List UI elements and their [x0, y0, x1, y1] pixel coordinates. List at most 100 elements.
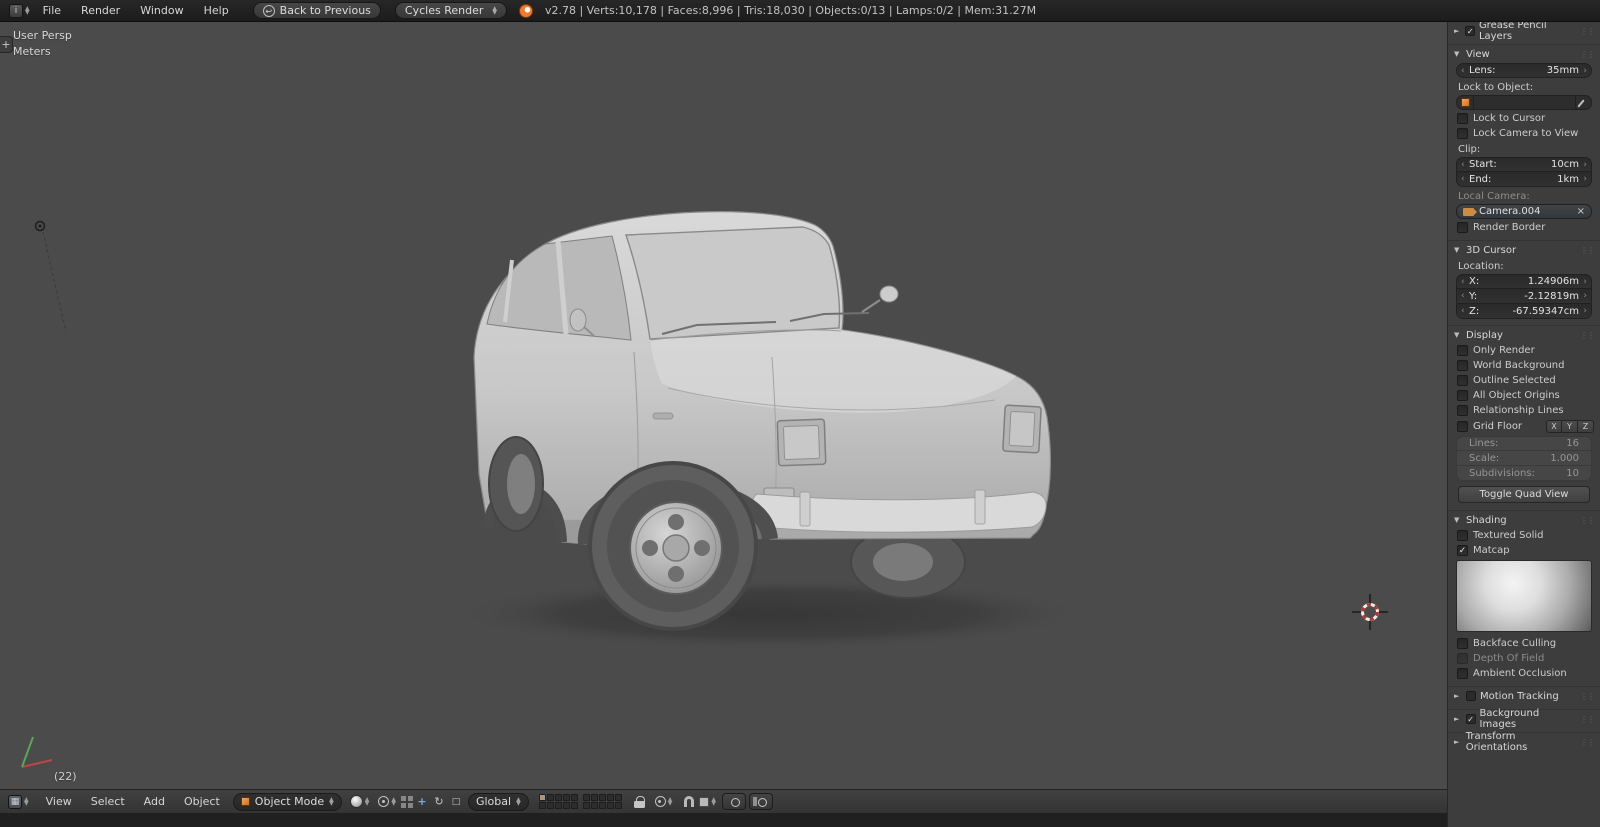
- outline-selected-row[interactable]: Outline Selected: [1448, 373, 1600, 388]
- lock-to-object-field[interactable]: [1456, 95, 1592, 110]
- panel-drag-dots-icon[interactable]: ⋮⋮: [1580, 516, 1595, 525]
- menu-window[interactable]: Window: [130, 0, 193, 22]
- toolshelf-expand-tab[interactable]: +: [0, 36, 13, 53]
- back-to-previous-button[interactable]: ↩ Back to Previous: [252, 2, 381, 19]
- pivot-point-dropdown[interactable]: ▲ ▼: [374, 796, 400, 807]
- lens-slider[interactable]: Lens: 35mm: [1456, 63, 1592, 78]
- menu-help[interactable]: Help: [194, 0, 239, 22]
- textured-solid-checkbox[interactable]: [1457, 530, 1468, 541]
- backface-culling-checkbox[interactable]: [1457, 638, 1468, 649]
- panel-title: Transform Orientations: [1465, 731, 1528, 753]
- menu-render[interactable]: Render: [71, 0, 130, 22]
- editor-spinner-icon: ▲ ▼: [25, 4, 30, 16]
- lock-scene-layers-icon[interactable]: [633, 795, 645, 808]
- car-ground-shadow: [450, 578, 1090, 650]
- dropdown-arrows-icon: ▲ ▼: [492, 4, 497, 16]
- background-images-checkbox[interactable]: ✓: [1465, 714, 1476, 724]
- panel-drag-dots-icon[interactable]: ⋮⋮: [1580, 738, 1595, 747]
- cursor-y-field[interactable]: Y: -2.12819m: [1456, 289, 1592, 304]
- toggle-quad-view-button[interactable]: Toggle Quad View: [1458, 486, 1590, 503]
- cursor-x-field[interactable]: X: 1.24906m: [1456, 274, 1592, 289]
- matcap-checkbox[interactable]: ✓: [1457, 545, 1468, 556]
- panel-motion-tracking[interactable]: ► Motion Tracking ⋮⋮: [1448, 688, 1600, 704]
- manipulator-translate-toggle[interactable]: +: [414, 794, 430, 810]
- axis-x-toggle[interactable]: X: [1546, 420, 1562, 433]
- menu-object[interactable]: Object: [175, 795, 229, 808]
- panel-transform-orientations[interactable]: ► Transform Orientations ⋮⋮: [1448, 731, 1600, 753]
- grid-floor-checkbox[interactable]: [1457, 421, 1468, 432]
- textured-solid-row[interactable]: Textured Solid: [1448, 528, 1600, 543]
- menu-view[interactable]: View: [37, 795, 81, 808]
- all-object-origins-row[interactable]: All Object Origins: [1448, 388, 1600, 403]
- only-render-checkbox[interactable]: [1457, 345, 1468, 356]
- relationship-lines-row[interactable]: Relationship Lines: [1448, 403, 1600, 418]
- viewport-shading-dropdown[interactable]: ▲ ▼: [346, 795, 374, 808]
- world-background-row[interactable]: World Background: [1448, 358, 1600, 373]
- panel-grease-pencil-layers[interactable]: ► ✓ Grease Pencil Layers ⋮⋮: [1448, 20, 1600, 42]
- world-background-checkbox[interactable]: [1457, 360, 1468, 371]
- mode-dropdown[interactable]: Object Mode ▲ ▼: [232, 792, 342, 811]
- ambient-occlusion-row[interactable]: Ambient Occlusion: [1448, 666, 1600, 681]
- menu-add[interactable]: Add: [135, 795, 174, 808]
- panel-drag-dots-icon[interactable]: ⋮⋮: [1580, 246, 1595, 255]
- viewport-3d[interactable]: User Persp Meters (22) +: [0, 22, 1447, 789]
- car-model[interactable]: [473, 211, 1052, 631]
- panel-title: Background Images: [1479, 708, 1540, 730]
- manipulator-scale-toggle[interactable]: □: [448, 794, 464, 810]
- axis-z-toggle[interactable]: Z: [1578, 420, 1594, 433]
- opengl-render-anim-button[interactable]: [748, 793, 773, 810]
- grid-floor-row[interactable]: Grid Floor X Y Z: [1448, 418, 1600, 435]
- editor-type-selector[interactable]: i ▲ ▼: [6, 3, 33, 19]
- lock-to-cursor-row[interactable]: Lock to Cursor: [1448, 111, 1600, 126]
- orientation-dropdown[interactable]: Global ▲ ▼: [467, 792, 529, 811]
- menu-select[interactable]: Select: [82, 795, 134, 808]
- outline-selected-checkbox[interactable]: [1457, 375, 1468, 386]
- clip-end-field[interactable]: End: 1km: [1456, 172, 1592, 187]
- panel-view[interactable]: ▼ View ⋮⋮: [1448, 46, 1600, 62]
- render-engine-dropdown[interactable]: Cycles Render ▲ ▼: [394, 2, 507, 19]
- only-render-row[interactable]: Only Render: [1448, 343, 1600, 358]
- all-object-origins-checkbox[interactable]: [1457, 390, 1468, 401]
- shading-sphere-icon: [349, 795, 363, 808]
- panel-drag-dots-icon[interactable]: ⋮⋮: [1580, 331, 1595, 340]
- magnet-icon: [684, 796, 695, 807]
- local-camera-field[interactable]: Camera.004 ×: [1456, 204, 1592, 219]
- panel-drag-dots-icon[interactable]: ⋮⋮: [1580, 27, 1595, 36]
- cursor-z-field[interactable]: Z: -67.59347cm: [1456, 304, 1592, 319]
- editor-type-selector-3d[interactable]: ▦ ▲ ▼: [5, 794, 32, 810]
- motion-tracking-checkbox[interactable]: [1466, 691, 1476, 701]
- panel-drag-dots-icon[interactable]: ⋮⋮: [1580, 715, 1595, 724]
- menu-file[interactable]: File: [33, 0, 71, 22]
- panel-background-images[interactable]: ► ✓ Background Images ⋮⋮: [1448, 708, 1600, 730]
- ambient-occlusion-checkbox[interactable]: [1457, 668, 1468, 679]
- proportional-edit-dropdown[interactable]: ▲ ▼: [651, 796, 677, 807]
- matcap-preview[interactable]: [1456, 560, 1592, 632]
- grease-pencil-checkbox[interactable]: ✓: [1465, 26, 1475, 36]
- render-border-row[interactable]: Render Border: [1448, 220, 1600, 235]
- lock-to-cursor-checkbox[interactable]: [1457, 113, 1468, 124]
- panel-drag-dots-icon[interactable]: ⋮⋮: [1580, 692, 1595, 701]
- snap-dropdown[interactable]: ▲ ▼: [677, 796, 720, 807]
- lock-camera-checkbox[interactable]: [1457, 128, 1468, 139]
- layers-widget[interactable]: [538, 794, 622, 809]
- clear-camera-icon[interactable]: ×: [1577, 206, 1585, 217]
- proportional-edit-icon: [654, 796, 666, 807]
- properties-region[interactable]: ► ✓ Grease Pencil Layers ⋮⋮ ▼ View ⋮⋮ Le…: [1447, 20, 1600, 827]
- lamp-object[interactable]: [34, 220, 67, 333]
- matcap-row[interactable]: ✓ Matcap: [1448, 543, 1600, 558]
- collapse-arrow-icon: ►: [1454, 715, 1460, 723]
- relationship-lines-checkbox[interactable]: [1457, 405, 1468, 416]
- axis-y-toggle[interactable]: Y: [1562, 420, 1578, 433]
- pivot-align-toggle-icon[interactable]: [400, 795, 413, 808]
- manipulator-rotate-toggle[interactable]: ↻: [431, 794, 447, 810]
- panel-shading[interactable]: ▼ Shading ⋮⋮: [1448, 512, 1600, 528]
- panel-drag-dots-icon[interactable]: ⋮⋮: [1580, 50, 1595, 59]
- eyedropper-icon[interactable]: [1576, 95, 1592, 110]
- clip-start-field[interactable]: Start: 10cm: [1456, 157, 1592, 172]
- backface-culling-row[interactable]: Backface Culling: [1448, 636, 1600, 651]
- lock-camera-to-view-row[interactable]: Lock Camera to View: [1448, 126, 1600, 141]
- opengl-render-button[interactable]: [721, 793, 746, 810]
- panel-3d-cursor[interactable]: ▼ 3D Cursor ⋮⋮: [1448, 242, 1600, 258]
- panel-display[interactable]: ▼ Display ⋮⋮: [1448, 327, 1600, 343]
- render-border-checkbox[interactable]: [1457, 222, 1468, 233]
